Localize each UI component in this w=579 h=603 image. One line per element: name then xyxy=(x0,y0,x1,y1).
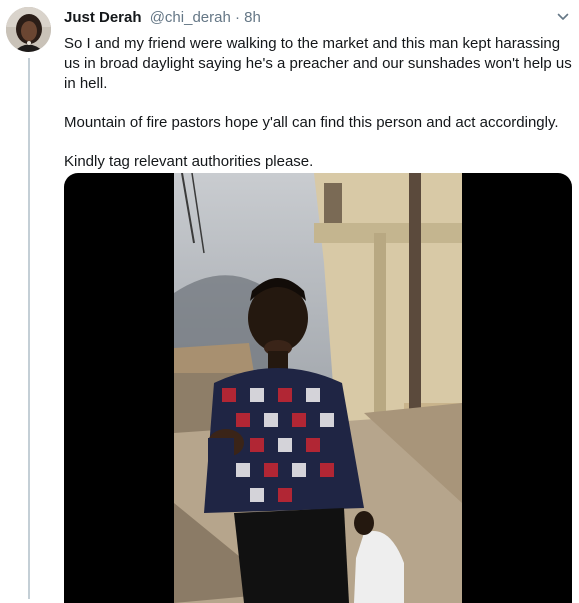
author-handle[interactable]: @chi_derah xyxy=(150,9,231,26)
tweet-header: Just Derah @chi_derah · 8h xyxy=(64,9,261,27)
video-frame xyxy=(174,173,462,603)
avatar[interactable] xyxy=(6,7,51,52)
tweet-video[interactable] xyxy=(64,173,572,603)
author-name[interactable]: Just Derah xyxy=(64,9,142,26)
tweet-paragraph: Mountain of fire pastors hope y'all can … xyxy=(64,114,559,131)
chevron-down-icon[interactable] xyxy=(557,11,569,23)
tweet-text: So I and my friend were walking to the m… xyxy=(64,34,572,191)
thread-line xyxy=(28,58,30,599)
tweet-paragraph: So I and my friend were walking to the m… xyxy=(64,35,572,92)
separator-dot: · xyxy=(234,9,240,26)
avatar-image xyxy=(6,7,51,52)
tweet-timestamp[interactable]: 8h xyxy=(244,9,261,26)
tweet-paragraph: Kindly tag relevant authorities please. xyxy=(64,153,314,170)
